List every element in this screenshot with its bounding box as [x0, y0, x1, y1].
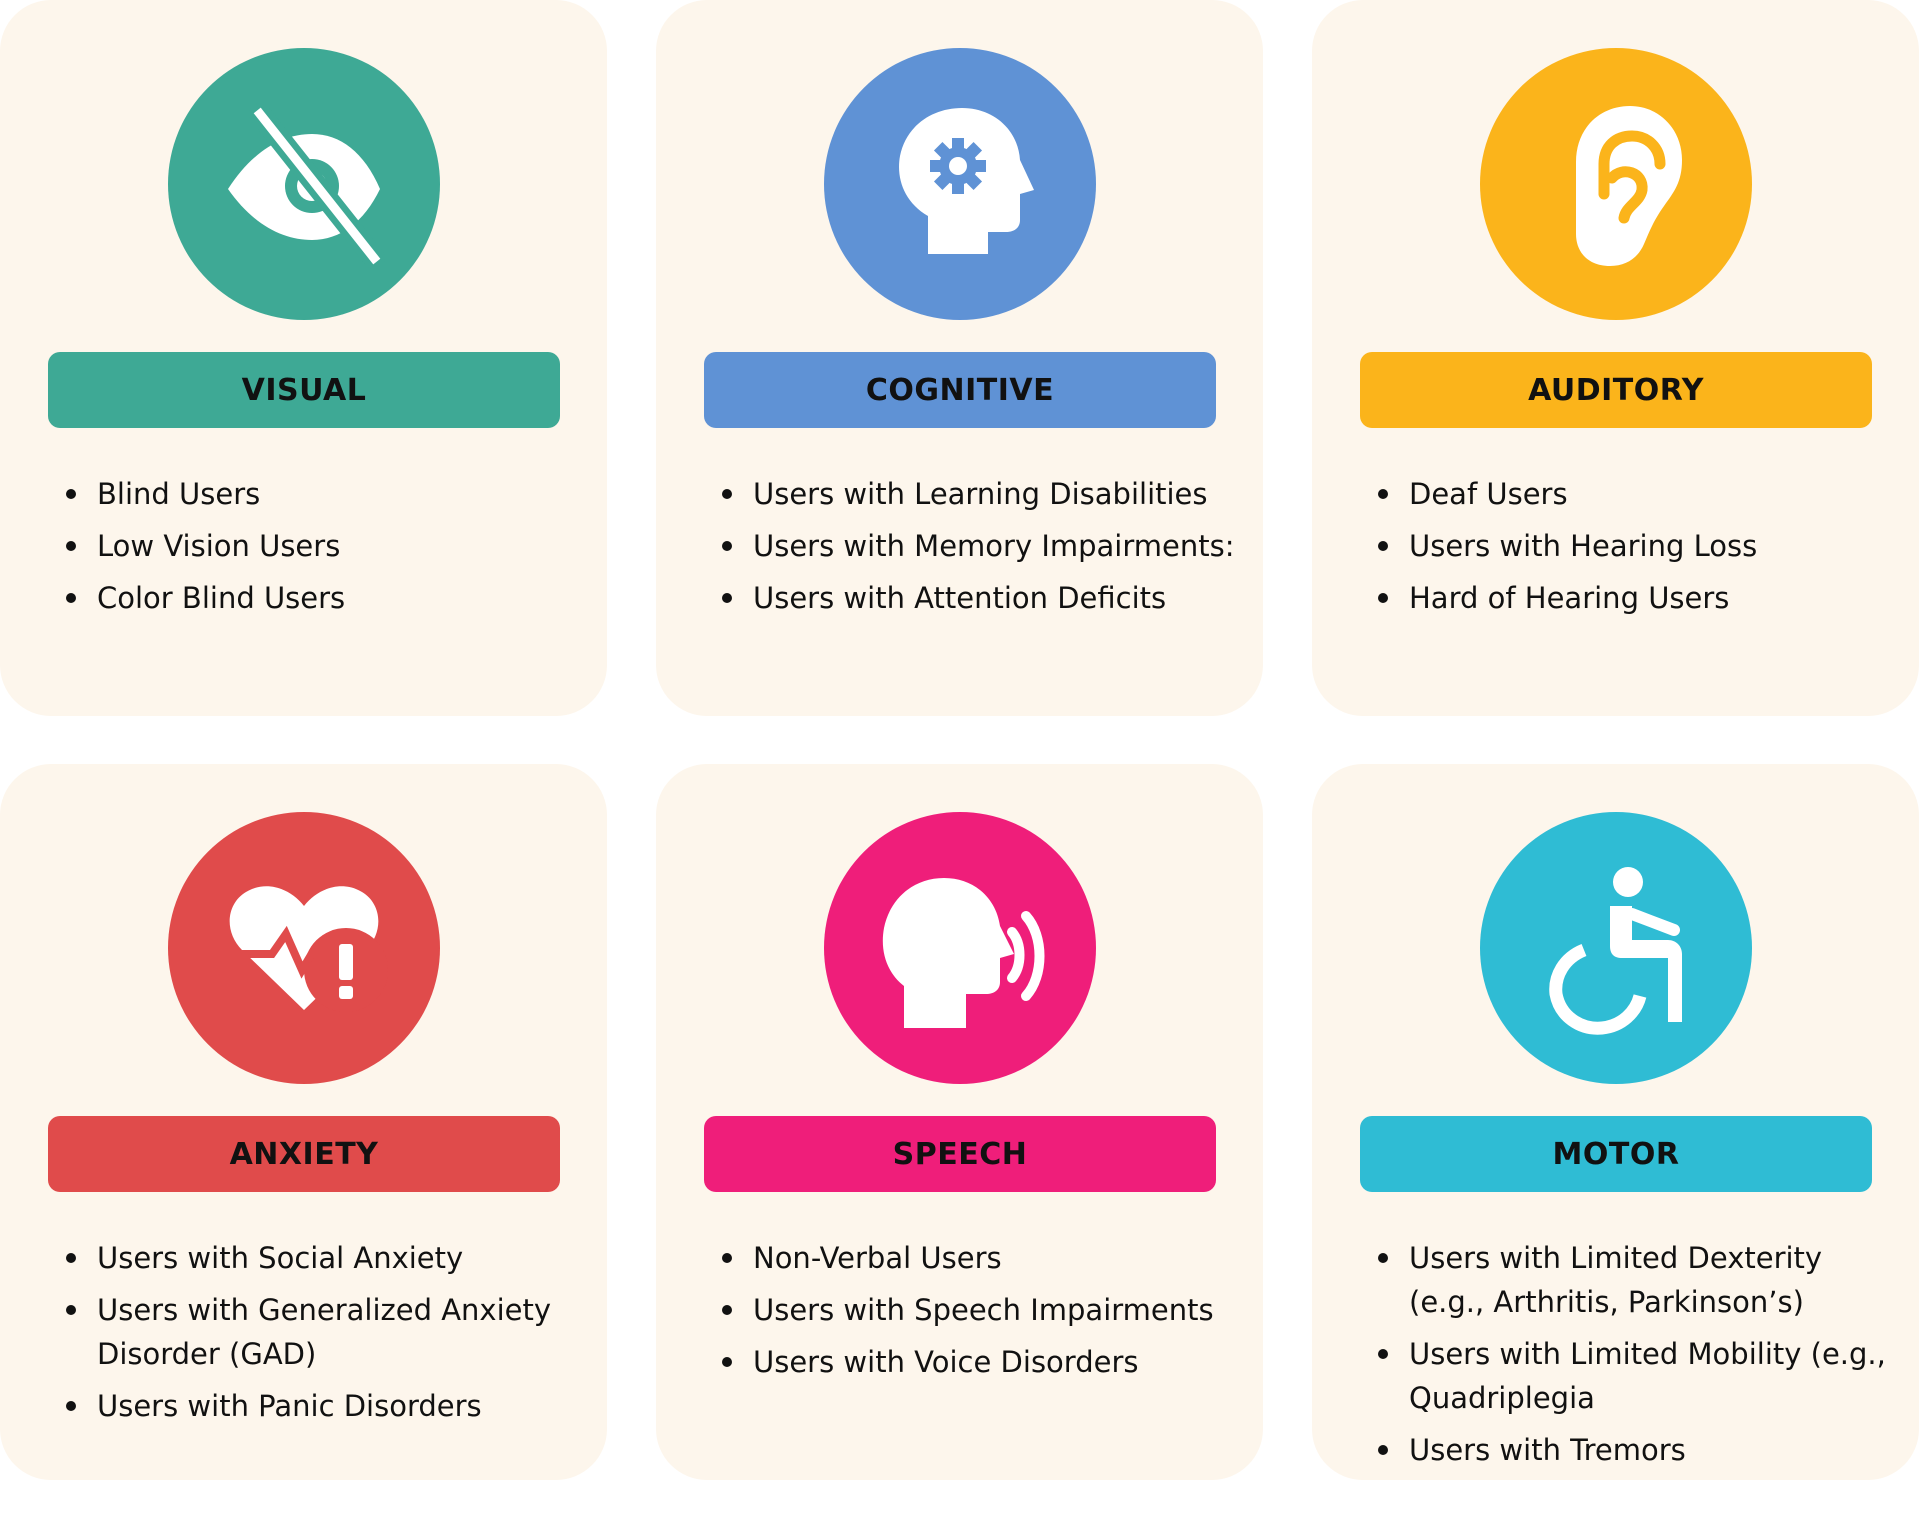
cognitive-icon-circle — [824, 48, 1096, 320]
ear-icon — [1576, 106, 1682, 266]
category-title: COGNITIVE — [865, 372, 1055, 408]
anxiety-icon-circle — [168, 812, 440, 1084]
bullet-icon — [66, 541, 76, 551]
list-item: Non-Verbal Users — [718, 1236, 1238, 1280]
list-item-text: Users with Panic Disorders — [97, 1389, 482, 1423]
card-cognitive: COGNITIVE Users with Learning Disabiliti… — [656, 0, 1263, 716]
bullet-icon — [1378, 1253, 1388, 1263]
list-item-text: Users with Learning Disabilities — [753, 477, 1208, 511]
bullet-icon — [66, 489, 76, 499]
list-item-text: Users with Social Anxiety — [97, 1241, 464, 1275]
list-item-text: Users with Attention Deficits — [753, 581, 1167, 615]
bullet-icon — [1378, 489, 1388, 499]
list-item-text: Deaf Users — [1409, 477, 1568, 511]
list-item-text: Hard of Hearing Users — [1409, 581, 1730, 615]
list-item-text: Users with Voice Disorders — [753, 1345, 1139, 1379]
visual-icon-circle — [168, 48, 440, 320]
list-item: Users with Hearing Loss — [1374, 524, 1894, 568]
motor-icon-circle — [1480, 812, 1752, 1084]
list-item: Hard of Hearing Users — [1374, 576, 1894, 620]
category-title: AUDITORY — [1528, 372, 1704, 408]
list-item: Users with Learning Disabilities — [718, 472, 1238, 516]
card-visual: VISUAL Blind Users Low Vision Users Colo… — [0, 0, 607, 716]
speaking-head-icon — [882, 878, 1045, 1028]
list-item-text: Color Blind Users — [97, 581, 346, 615]
bullet-icon — [66, 1401, 76, 1411]
card-anxiety: ANXIETY Users with Social Anxiety Users … — [0, 764, 607, 1480]
list-item: Deaf Users — [1374, 472, 1894, 516]
list-item: Users with Speech Impairments — [718, 1288, 1238, 1332]
card-speech: SPEECH Non-Verbal Users Users with Speec… — [656, 764, 1263, 1480]
card-auditory: AUDITORY Deaf Users Users with Hearing L… — [1312, 0, 1919, 716]
bullet-icon — [722, 1253, 732, 1263]
user-list-auditory: Deaf Users Users with Hearing Loss Hard … — [1374, 472, 1894, 628]
user-list-anxiety: Users with Social Anxiety Users with Gen… — [62, 1236, 582, 1436]
bullet-icon — [66, 1253, 76, 1263]
list-item-text: Blind Users — [97, 477, 261, 511]
eye-slash-icon — [228, 103, 385, 269]
wheelchair-icon — [1549, 867, 1682, 1035]
category-label-motor: MOTOR — [1360, 1116, 1872, 1192]
category-title: ANXIETY — [229, 1136, 379, 1172]
speech-icon-circle — [824, 812, 1096, 1084]
list-item: Users with Limited Dexterity (e.g., Arth… — [1374, 1236, 1894, 1324]
category-title: VISUAL — [241, 372, 367, 408]
category-label-auditory: AUDITORY — [1360, 352, 1872, 428]
user-list-visual: Blind Users Low Vision Users Color Blind… — [62, 472, 582, 628]
user-list-speech: Non-Verbal Users Users with Speech Impai… — [718, 1236, 1238, 1392]
list-item: Users with Memory Impairments: — [718, 524, 1238, 568]
head-gear-icon — [899, 108, 1034, 254]
list-item-text: Users with Memory Impairments: — [753, 529, 1235, 563]
list-item-text: Users with Hearing Loss — [1409, 529, 1758, 563]
list-item: Users with Generalized Anxiety Disorder … — [62, 1288, 582, 1376]
card-motor: MOTOR Users with Limited Dexterity (e.g.… — [1312, 764, 1919, 1480]
list-item-text: Non-Verbal Users — [753, 1241, 1002, 1275]
category-title: SPEECH — [892, 1136, 1028, 1172]
list-item: Users with Social Anxiety — [62, 1236, 582, 1280]
list-item: Users with Tremors — [1374, 1428, 1894, 1472]
list-item-text: Users with Tremors — [1409, 1433, 1686, 1467]
list-item: Users with Panic Disorders — [62, 1384, 582, 1428]
list-item-text: Users with Speech Impairments — [753, 1293, 1214, 1327]
disability-categories-grid: VISUAL Blind Users Low Vision Users Colo… — [0, 0, 1920, 1524]
bullet-icon — [722, 541, 732, 551]
bullet-icon — [66, 593, 76, 603]
list-item: Low Vision Users — [62, 524, 582, 568]
category-label-anxiety: ANXIETY — [48, 1116, 560, 1192]
bullet-icon — [722, 1305, 732, 1315]
bullet-icon — [1378, 541, 1388, 551]
list-item: Users with Limited Mobility (e.g., Quadr… — [1374, 1332, 1894, 1420]
list-item-text: Low Vision Users — [97, 529, 341, 563]
category-label-visual: VISUAL — [48, 352, 560, 428]
user-list-cognitive: Users with Learning Disabilities Users w… — [718, 472, 1238, 628]
bullet-icon — [1378, 1349, 1388, 1359]
auditory-icon-circle — [1480, 48, 1752, 320]
category-label-speech: SPEECH — [704, 1116, 1216, 1192]
bullet-icon — [1378, 593, 1388, 603]
list-item-text: Users with Limited Dexterity (e.g., Arth… — [1409, 1241, 1823, 1319]
user-list-motor: Users with Limited Dexterity (e.g., Arth… — [1374, 1236, 1894, 1480]
list-item: Users with Voice Disorders — [718, 1340, 1238, 1384]
bullet-icon — [722, 593, 732, 603]
heart-alert-icon — [229, 886, 388, 1012]
bullet-icon — [722, 489, 732, 499]
category-label-cognitive: COGNITIVE — [704, 352, 1216, 428]
bullet-icon — [1378, 1445, 1388, 1455]
list-item-text: Users with Limited Mobility (e.g., Quadr… — [1409, 1337, 1886, 1415]
list-item: Blind Users — [62, 472, 582, 516]
category-title: MOTOR — [1552, 1136, 1680, 1172]
list-item-text: Users with Generalized Anxiety Disorder … — [97, 1293, 552, 1371]
bullet-icon — [722, 1357, 732, 1367]
bullet-icon — [66, 1305, 76, 1315]
list-item: Color Blind Users — [62, 576, 582, 620]
list-item: Users with Attention Deficits — [718, 576, 1238, 620]
